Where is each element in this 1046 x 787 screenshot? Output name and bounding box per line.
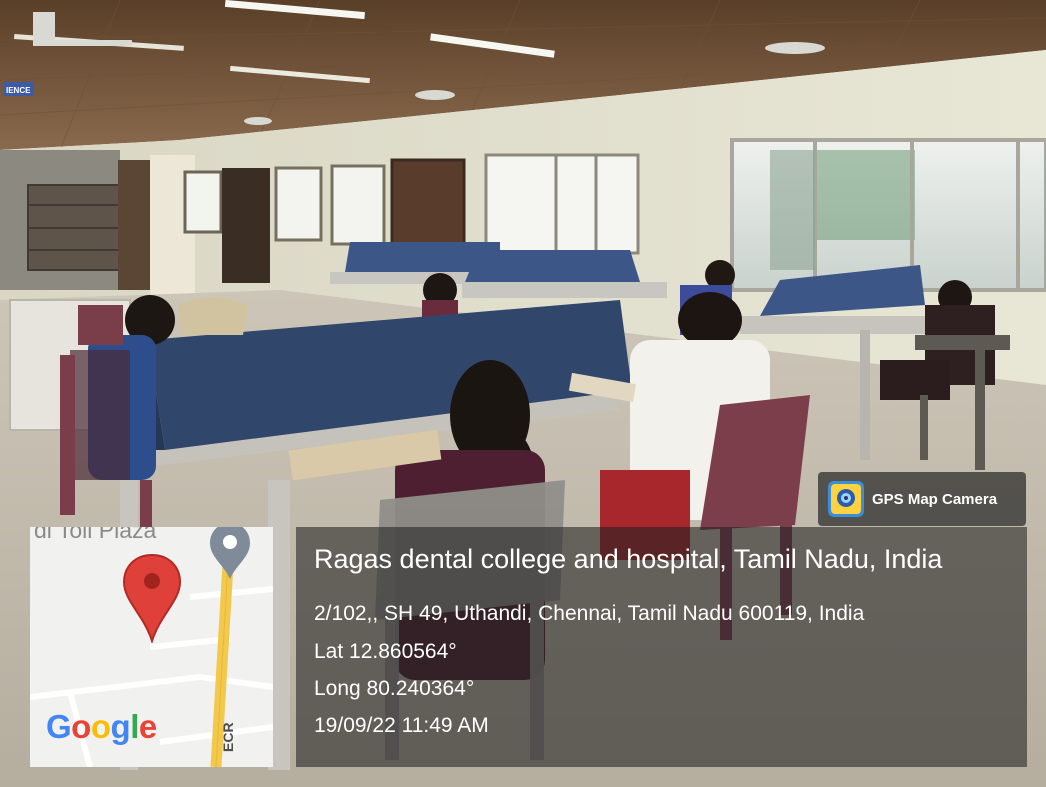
location-info-panel: Ragas dental college and hospital, Tamil… [296, 527, 1027, 767]
google-logo-letter: o [90, 708, 111, 745]
location-title: Ragas dental college and hospital, Tamil… [314, 544, 943, 574]
location-longitude: Long 80.240364° [314, 677, 475, 700]
location-latitude: Lat 12.860564° [314, 640, 457, 663]
geotagged-photo: IENCE GPS Map Camera di Toll Plaza Googl… [0, 0, 1046, 787]
map-place-label: di Toll Plaza [34, 527, 157, 543]
location-address: 2/102,, SH 49, Uthandi, Chennai, Tamil N… [314, 602, 865, 625]
wall-sign-text: IENCE [6, 86, 31, 95]
gps-map-camera-icon [828, 481, 864, 517]
map-pin-icon [122, 553, 182, 643]
google-logo: Google [46, 708, 157, 746]
map-marker-icon [210, 527, 250, 579]
google-logo-letter: g [110, 708, 131, 745]
gps-map-camera-badge: GPS Map Camera [818, 472, 1026, 526]
google-logo-letter: o [71, 708, 91, 745]
gps-map-camera-label: GPS Map Camera [872, 490, 998, 508]
google-logo-letter: G [46, 708, 72, 745]
map-road-label: ECR [220, 722, 236, 752]
location-timestamp: 19/09/22 11:49 AM [314, 714, 489, 737]
google-logo-letter: l [130, 708, 139, 745]
map-thumbnail: di Toll Plaza Google [30, 527, 273, 767]
google-logo-letter: e [138, 708, 157, 745]
